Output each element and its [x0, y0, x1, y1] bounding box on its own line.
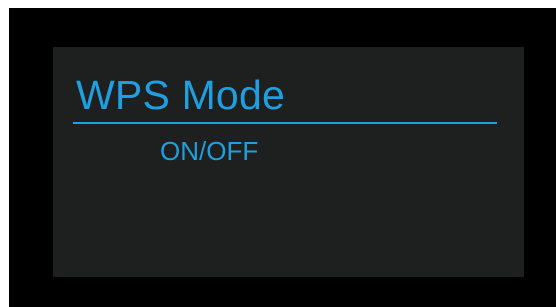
title-divider [73, 122, 497, 124]
wps-toggle-option[interactable]: ON/OFF [160, 135, 258, 167]
screen-title: WPS Mode [76, 72, 285, 118]
display-screen: WPS Mode ON/OFF [53, 47, 524, 277]
